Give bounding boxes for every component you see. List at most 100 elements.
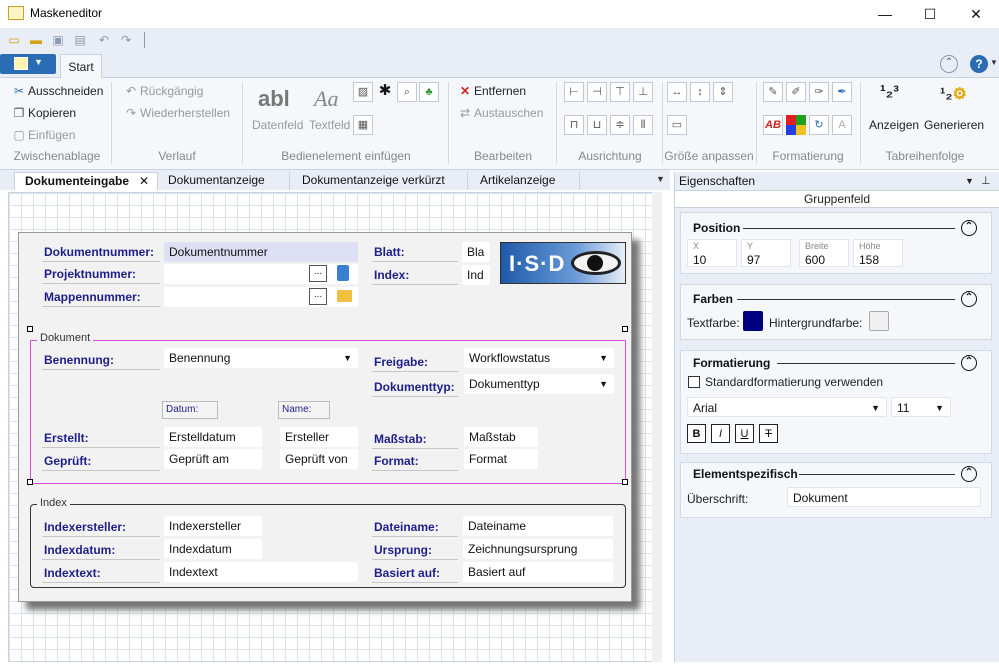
strikethrough-button[interactable]: T bbox=[759, 424, 778, 443]
save-all-icon[interactable]: ▤ bbox=[72, 33, 88, 47]
tab-dokumentanzeige-verkuerzt[interactable]: Dokumentanzeige verkürzt bbox=[292, 172, 468, 190]
field-hoehe[interactable]: Höhe 158 bbox=[853, 239, 903, 267]
calendar-icon[interactable]: ▦ bbox=[353, 115, 373, 135]
resize-handle[interactable] bbox=[622, 479, 628, 485]
font-select[interactable]: Arial ▼ bbox=[687, 397, 887, 417]
maximize-button[interactable]: ☐ bbox=[907, 0, 953, 28]
show-tab-order-button[interactable]: Anzeigen bbox=[869, 118, 919, 132]
image-element-icon[interactable]: ▨ bbox=[353, 82, 373, 102]
cut-button[interactable]: ✂ Ausschneiden bbox=[12, 84, 103, 98]
textcolor-swatch[interactable] bbox=[743, 311, 763, 331]
copy-button[interactable]: ❐ Kopieren bbox=[12, 106, 76, 120]
resize-handle[interactable] bbox=[622, 326, 628, 332]
field-mappennummer[interactable] bbox=[164, 287, 358, 307]
collapse-icon[interactable]: ⌃ bbox=[961, 355, 977, 371]
tab-order-show-icon[interactable]: ¹₂³ bbox=[880, 83, 899, 100]
paste-button[interactable]: ▢ Einfügen bbox=[12, 128, 75, 142]
same-height-icon[interactable]: ↕ bbox=[690, 82, 710, 102]
close-tab-icon[interactable]: ✕ bbox=[139, 173, 149, 190]
align-center-icon[interactable]: ⊔ bbox=[587, 115, 607, 135]
standard-format-checkbox[interactable] bbox=[688, 376, 700, 388]
field-format[interactable]: Format bbox=[464, 449, 538, 469]
book-icon[interactable] bbox=[337, 265, 349, 281]
mask-form[interactable]: Dokumentnummer: Dokumentnummer Projektnu… bbox=[18, 232, 632, 602]
undo-icon[interactable]: ↶ bbox=[96, 33, 112, 47]
field-breite[interactable]: Breite 600 bbox=[799, 239, 849, 267]
tab-dokumenteingabe[interactable]: Dokumenteingabe ✕ bbox=[14, 172, 158, 190]
text-color-icon[interactable]: AB bbox=[763, 115, 783, 135]
field-x[interactable]: X 10 bbox=[687, 239, 737, 267]
collapse-icon[interactable]: ⌃ bbox=[961, 466, 977, 482]
close-button[interactable]: ✕ bbox=[953, 0, 999, 28]
tab-artikelanzeige[interactable]: Artikelanzeige bbox=[470, 172, 580, 190]
align-top-icon[interactable]: ⊤ bbox=[610, 82, 630, 102]
field-geprueft-am[interactable]: Geprüft am bbox=[164, 449, 262, 469]
align-left-icon[interactable]: ⊢ bbox=[564, 82, 584, 102]
distribute-v-icon[interactable]: ≑ bbox=[610, 115, 630, 135]
textfeld-button[interactable]: Textfeld bbox=[309, 118, 350, 132]
refresh-icon[interactable]: ↻ bbox=[809, 115, 829, 135]
field-y[interactable]: Y 97 bbox=[741, 239, 791, 267]
field-blatt[interactable]: Bla bbox=[462, 242, 490, 262]
collapse-icon[interactable]: ⌃ bbox=[961, 291, 977, 307]
help-chevron-icon[interactable]: ▼ bbox=[990, 58, 998, 67]
collapse-icon[interactable]: ⌃ bbox=[961, 220, 977, 236]
field-index[interactable]: Ind bbox=[462, 265, 490, 285]
redo-icon[interactable]: ↷ bbox=[118, 33, 134, 47]
field-indexersteller[interactable]: Indexersteller bbox=[164, 516, 262, 536]
bgcolor-swatch[interactable] bbox=[869, 311, 889, 331]
select-benennung[interactable]: Benennung ▼ bbox=[164, 348, 358, 368]
minimize-button[interactable]: — bbox=[862, 0, 908, 28]
field-indexdatum[interactable]: Indexdatum bbox=[164, 539, 262, 559]
new-icon[interactable]: ▭ bbox=[6, 33, 22, 47]
open-icon[interactable]: ▬ bbox=[28, 33, 44, 47]
browse-button[interactable]: ... bbox=[309, 265, 327, 282]
align-middle-icon[interactable]: ⊓ bbox=[564, 115, 584, 135]
help-icon[interactable]: ? bbox=[970, 55, 988, 73]
same-width-icon[interactable]: ↔ bbox=[667, 82, 687, 102]
field-dateiname[interactable]: Dateiname bbox=[463, 516, 613, 536]
underline-button[interactable]: U bbox=[735, 424, 754, 443]
panel-menu-icon[interactable]: ▼ bbox=[965, 176, 974, 186]
fit-size-icon[interactable]: ▭ bbox=[667, 115, 687, 135]
undo-button[interactable]: ↶ Rückgängig bbox=[124, 84, 203, 98]
field-indextext[interactable]: Indextext bbox=[164, 562, 358, 582]
field-ueberschrift[interactable]: Dokument bbox=[787, 487, 981, 507]
color-palette-icon[interactable] bbox=[786, 115, 806, 135]
field-geprueft-von[interactable]: Geprüft von bbox=[280, 449, 358, 469]
fill-icon[interactable]: ✒ bbox=[832, 82, 852, 102]
select-dokumenttyp[interactable]: Dokumenttyp ▼ bbox=[464, 374, 614, 394]
tab-start[interactable]: Start bbox=[60, 54, 102, 79]
distribute-h-icon[interactable]: ⫴ bbox=[633, 115, 653, 135]
textfeld-icon[interactable]: Aa bbox=[314, 86, 338, 112]
field-massstab[interactable]: Maßstab bbox=[464, 427, 538, 447]
resize-handle[interactable] bbox=[27, 326, 33, 332]
tab-list-chevron-icon[interactable]: ▼ bbox=[656, 174, 665, 184]
italic-button[interactable]: I bbox=[711, 424, 730, 443]
puzzle-icon[interactable]: ✱ bbox=[375, 82, 395, 102]
same-size-icon[interactable]: ⇕ bbox=[713, 82, 733, 102]
replace-button[interactable]: ⇄ Austauschen bbox=[458, 106, 543, 120]
align-bottom-icon[interactable]: ⊥ bbox=[633, 82, 653, 102]
tab-order-generate-icon[interactable]: ¹₂⚙ bbox=[940, 84, 967, 104]
brush-clear-icon[interactable]: ✑ bbox=[809, 82, 829, 102]
collapse-ribbon-icon[interactable]: ⌃ bbox=[940, 55, 958, 73]
field-ursprung[interactable]: Zeichnungsursprung bbox=[463, 539, 613, 559]
canvas-scrollbar[interactable] bbox=[652, 192, 662, 662]
field-dokumentnummer[interactable]: Dokumentnummer bbox=[164, 242, 358, 262]
redo-button[interactable]: ↷ Wiederherstellen bbox=[124, 106, 230, 120]
field-projektnummer[interactable] bbox=[164, 264, 358, 284]
folder-icon[interactable] bbox=[337, 290, 352, 302]
select-freigabe[interactable]: Workflowstatus ▼ bbox=[464, 348, 614, 368]
field-erstelldatum[interactable]: Erstelldatum bbox=[164, 427, 262, 447]
browse-button[interactable]: ... bbox=[309, 288, 327, 305]
field-basiert-auf[interactable]: Basiert auf bbox=[463, 562, 613, 582]
cactus-icon[interactable]: ♣ bbox=[419, 82, 439, 102]
save-icon[interactable]: ▣ bbox=[50, 33, 66, 47]
align-right-icon[interactable]: ⊣ bbox=[587, 82, 607, 102]
pin-icon[interactable]: ⊥ bbox=[981, 174, 991, 187]
brush-apply-icon[interactable]: ✐ bbox=[786, 82, 806, 102]
generate-tab-order-button[interactable]: Generieren bbox=[924, 118, 984, 132]
font-size-select[interactable]: 11 ▼ bbox=[891, 397, 951, 417]
tab-dokumentanzeige[interactable]: Dokumentanzeige bbox=[158, 172, 290, 190]
